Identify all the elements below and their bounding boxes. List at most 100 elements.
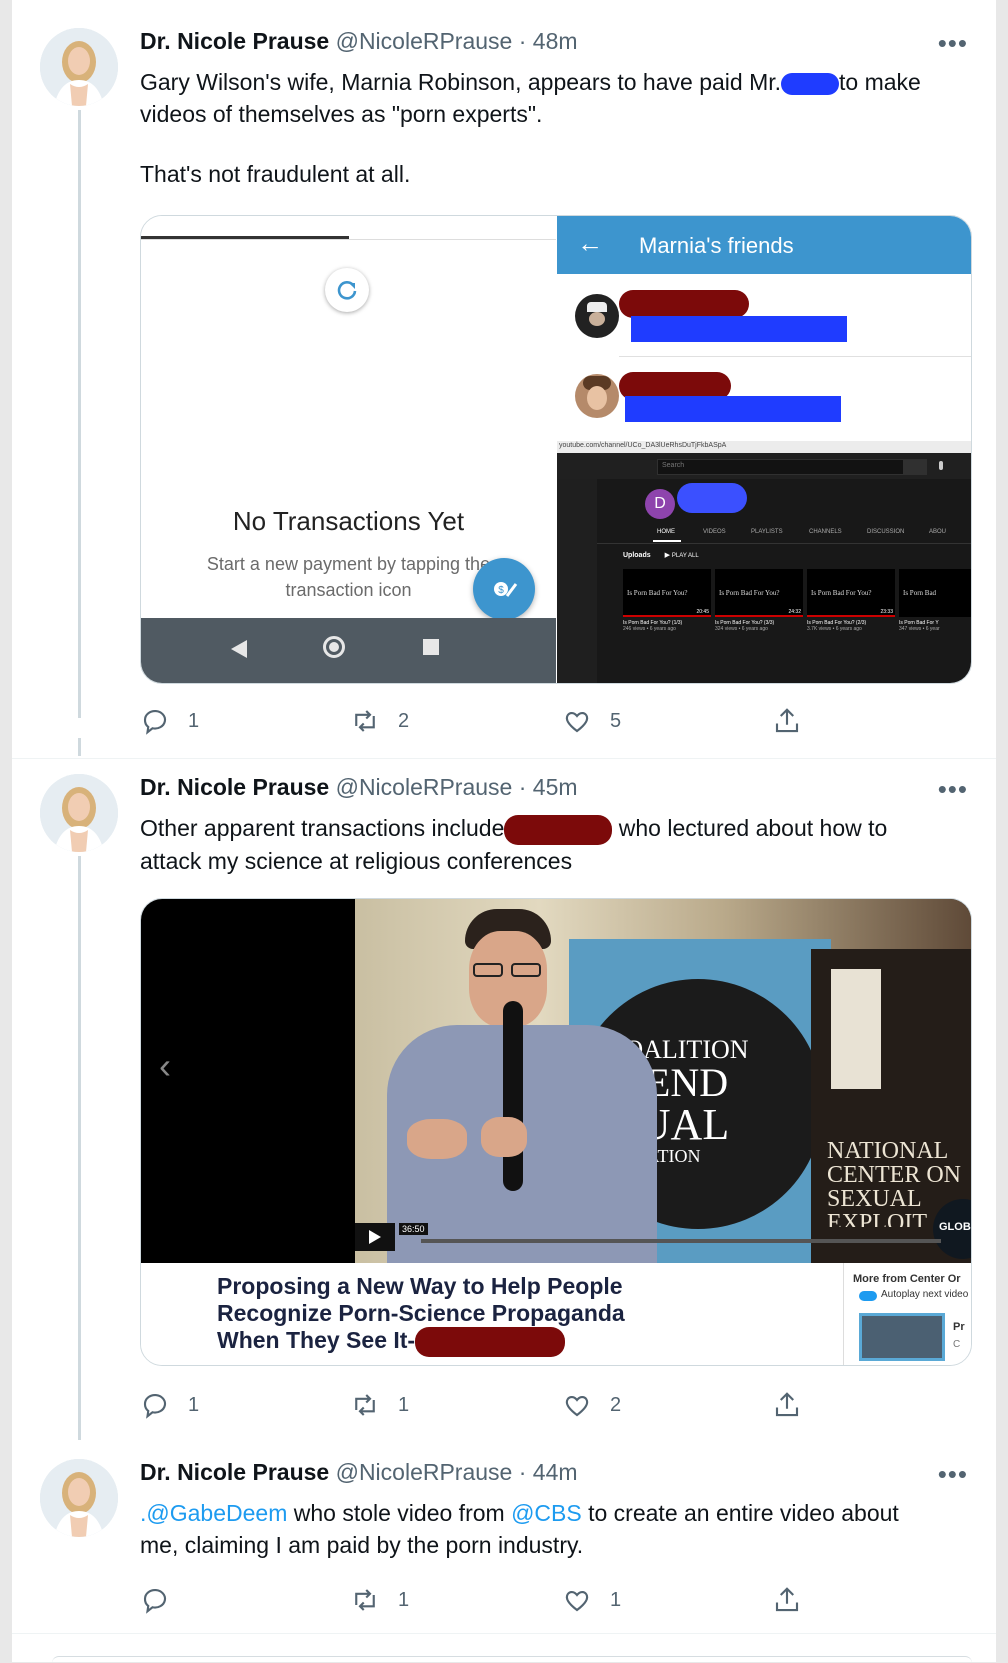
- like-button[interactable]: 5: [562, 704, 621, 738]
- tweet-text: .@GabeDeem who stole video from @CBS to …: [140, 1497, 940, 1561]
- reply-icon: [143, 1393, 167, 1419]
- reply-button[interactable]: 1: [140, 1388, 199, 1422]
- nav-back-icon[interactable]: [231, 640, 247, 658]
- title-line: Proposing a New Way to Help People: [217, 1273, 623, 1299]
- video-player[interactable]: COALITION O END XUAL LOITATION NATIONAL …: [141, 899, 971, 1263]
- more-options-icon[interactable]: •••: [938, 1459, 968, 1490]
- user-handle[interactable]: @NicoleRPrause: [336, 28, 513, 54]
- refresh-icon[interactable]: [325, 268, 369, 312]
- redaction-blue: [677, 483, 747, 513]
- video-tile[interactable]: Is Porn Bad For You? 24:32 Is Porn Bad F…: [715, 569, 803, 632]
- display-name[interactable]: Dr. Nicole Prause: [140, 28, 329, 54]
- video-tile[interactable]: Is Porn Bad Is Porn Bad For Y 347 views …: [899, 569, 971, 632]
- mic-icon[interactable]: [939, 461, 943, 470]
- tab-home[interactable]: HOME: [657, 529, 675, 535]
- tab-discussion[interactable]: DISCUSSION: [867, 529, 904, 535]
- back-arrow-icon[interactable]: ←: [577, 228, 603, 259]
- mention-link[interactable]: @CBS: [511, 1500, 582, 1526]
- search-icon[interactable]: [903, 459, 927, 475]
- tweet-media[interactable]: COALITION O END XUAL LOITATION NATIONAL …: [140, 898, 972, 1366]
- retweet-icon: [355, 710, 375, 732]
- channel-avatar[interactable]: D: [645, 489, 675, 519]
- display-name[interactable]: Dr. Nicole Prause: [140, 1459, 329, 1485]
- share-button[interactable]: [772, 1583, 820, 1617]
- thumbnail-text: Is Porn Bad: [903, 589, 937, 597]
- separator-dot: ·: [518, 28, 527, 54]
- friend-avatar[interactable]: [575, 294, 619, 338]
- tweet-header: Dr. Nicole Prause @NicoleRPrause · 48m: [140, 28, 578, 55]
- share-icon: [775, 708, 799, 733]
- play-button[interactable]: [355, 1223, 395, 1251]
- reply-button[interactable]: [140, 1583, 188, 1617]
- tweet-text-line: Other apparent transactions include: [140, 815, 505, 841]
- share-button[interactable]: [772, 1388, 820, 1422]
- tweet-2[interactable]: Dr. Nicole Prause @NicoleRPrause · 45m •…: [12, 738, 996, 1419]
- play-icon: ▶: [664, 552, 670, 559]
- retweet-button[interactable]: 2: [350, 704, 409, 738]
- like-button[interactable]: 2: [562, 1388, 621, 1422]
- title-line: Recognize Porn-Science Propaganda: [217, 1300, 625, 1326]
- avatar[interactable]: [40, 1459, 118, 1537]
- video-duration: 36:50: [399, 1223, 428, 1235]
- tweet-media[interactable]: No Transactions Yet Start a new payment …: [140, 215, 972, 684]
- timestamp[interactable]: 45m: [533, 774, 578, 800]
- user-handle[interactable]: @NicoleRPrause: [336, 1459, 513, 1485]
- timestamp[interactable]: 44m: [533, 1459, 578, 1485]
- share-button[interactable]: [772, 704, 820, 738]
- prev-arrow-icon[interactable]: ‹: [159, 1045, 171, 1087]
- separator-dot: ·: [518, 1459, 527, 1485]
- heart-icon: [565, 711, 589, 733]
- nav-recents-icon[interactable]: [423, 639, 439, 655]
- video-thumbnail[interactable]: Is Porn Bad: [899, 569, 971, 617]
- autoplay-label: Autoplay next video: [881, 1289, 969, 1300]
- tab-playlists[interactable]: PLAYLISTS: [751, 529, 783, 535]
- friend-avatar[interactable]: [575, 374, 619, 418]
- tab-videos[interactable]: VIDEOS: [703, 529, 726, 535]
- tweet-header: Dr. Nicole Prause @NicoleRPrause · 44m: [140, 1459, 578, 1486]
- new-payment-button[interactable]: $: [473, 558, 535, 620]
- yt-search-input[interactable]: Search: [657, 459, 904, 475]
- video-tile[interactable]: Is Porn Bad For You? 20:45 Is Porn Bad F…: [623, 569, 711, 632]
- retweet-button[interactable]: 1: [350, 1583, 409, 1617]
- more-options-icon[interactable]: •••: [938, 28, 968, 59]
- next-video-title[interactable]: Pr: [953, 1321, 965, 1333]
- tab-channels[interactable]: CHANNELS: [809, 529, 842, 535]
- video-title[interactable]: Proposing a New Way to Help People Recog…: [217, 1273, 625, 1357]
- play-icon: [369, 1230, 381, 1244]
- tweet-3[interactable]: Dr. Nicole Prause @NicoleRPrause · 44m •…: [12, 1418, 996, 1643]
- reply-count: 1: [188, 1393, 200, 1416]
- mention-link[interactable]: .@GabeDeem: [140, 1500, 287, 1526]
- reply-icon: [143, 1588, 167, 1614]
- more-from-label: More from Center Or: [853, 1273, 961, 1285]
- video-thumbnail[interactable]: Is Porn Bad For You? 24:32: [715, 569, 803, 617]
- glob-text: GLOB: [939, 1221, 971, 1233]
- avatar[interactable]: [40, 774, 118, 852]
- uploads-label: Uploads: [623, 552, 651, 559]
- yt-topbar: Search: [557, 453, 971, 479]
- video-thumbnail[interactable]: Is Porn Bad For You? 20:45: [623, 569, 711, 617]
- video-tile[interactable]: Is Porn Bad For You? 23:33 Is Porn Bad F…: [807, 569, 895, 632]
- url-text[interactable]: youtube.com/channel/UCo_DA3lUeRhsDuTjFkb…: [559, 442, 726, 449]
- friends-header: ← Marnia's friends: [557, 216, 971, 274]
- display-name[interactable]: Dr. Nicole Prause: [140, 774, 329, 800]
- nav-home-icon[interactable]: [323, 636, 345, 658]
- next-video-thumbnail[interactable]: [859, 1313, 945, 1361]
- play-all-button[interactable]: PLAY ALL: [672, 553, 699, 559]
- venmo-screenshot[interactable]: No Transactions Yet Start a new payment …: [141, 216, 556, 683]
- youtube-screenshot[interactable]: youtube.com/channel/UCo_DA3lUeRhsDuTjFkb…: [557, 441, 971, 683]
- autoplay-toggle[interactable]: [859, 1291, 877, 1301]
- retweet-count: 1: [398, 1393, 410, 1416]
- timestamp[interactable]: 48m: [533, 28, 578, 54]
- video-thumbnail[interactable]: Is Porn Bad For You? 23:33: [807, 569, 895, 617]
- thread-line: [78, 1418, 81, 1440]
- more-options-icon[interactable]: •••: [938, 774, 968, 805]
- friends-screenshot[interactable]: ← Marnia's friends: [557, 216, 971, 441]
- reply-button[interactable]: 1: [140, 704, 199, 738]
- retweet-button[interactable]: 1: [350, 1388, 409, 1422]
- like-button[interactable]: 1: [562, 1583, 621, 1617]
- tab-about[interactable]: ABOU: [929, 529, 946, 535]
- avatar[interactable]: [40, 28, 118, 106]
- seek-bar[interactable]: [421, 1239, 941, 1243]
- user-handle[interactable]: @NicoleRPrause: [336, 774, 513, 800]
- tweet-1[interactable]: Dr. Nicole Prause @NicoleRPrause · 48m •…: [12, 0, 996, 735]
